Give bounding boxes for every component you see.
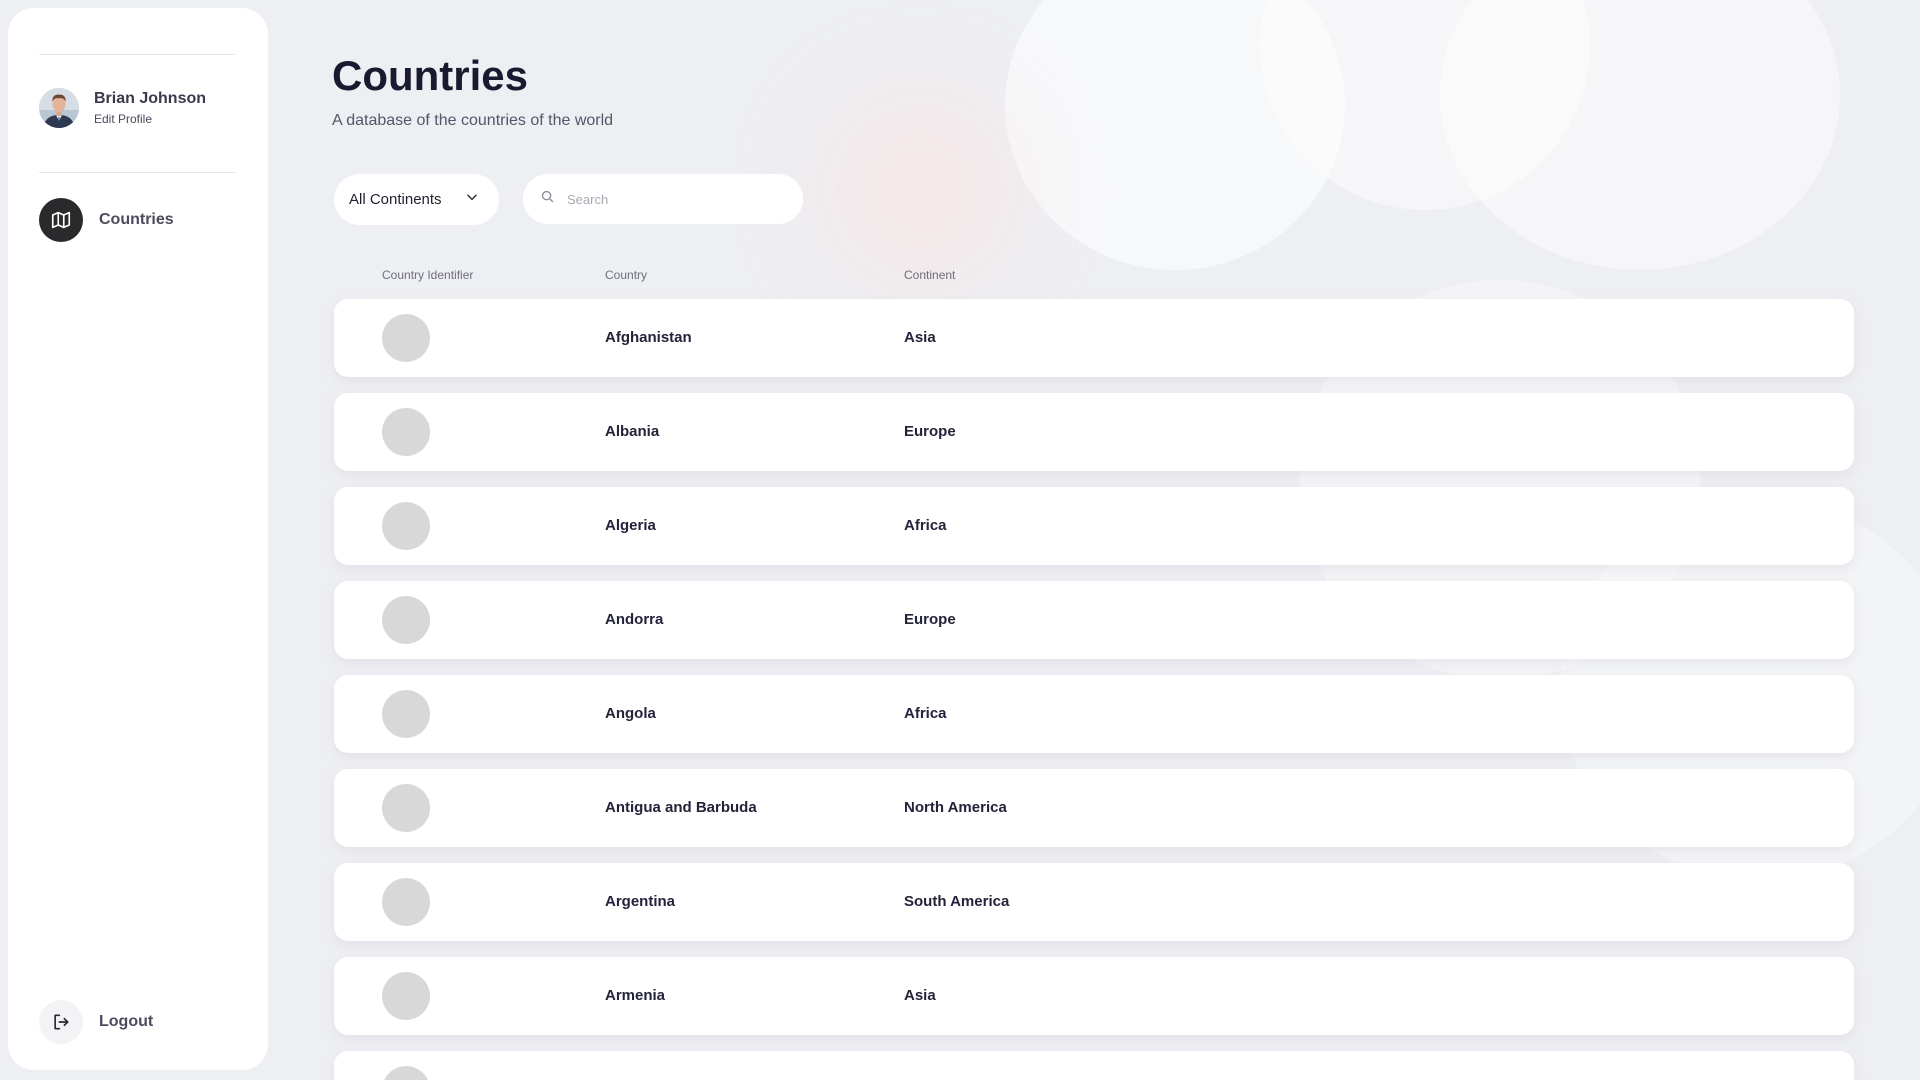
table-row[interactable]: Antigua and Barbuda North America (334, 769, 1854, 847)
chevron-down-icon (465, 190, 479, 209)
country-name: Afghanistan (605, 329, 692, 346)
column-header-identifier: Country Identifier (382, 268, 474, 282)
sidebar: Brian Johnson Edit Profile Countries Log… (8, 8, 268, 1070)
continent-filter-value: All Continents (349, 191, 442, 208)
country-flag-placeholder (382, 878, 430, 926)
avatar[interactable] (39, 88, 79, 128)
app-window: Brian Johnson Edit Profile Countries Log… (0, 0, 1920, 1080)
country-name: Argentina (605, 893, 676, 910)
continent-name: Asia (904, 987, 936, 1004)
search-input[interactable] (565, 190, 789, 208)
continent-name: Africa (904, 517, 947, 534)
search-box (523, 174, 803, 224)
country-flag-placeholder (382, 1066, 430, 1080)
table-row[interactable]: Argentina South America (334, 863, 1854, 941)
country-flag-placeholder (382, 972, 430, 1020)
country-name: Angola (605, 705, 656, 722)
table-row[interactable]: Albania Europe (334, 393, 1854, 471)
country-flag-placeholder (382, 502, 430, 550)
table-row[interactable]: Angola Africa (334, 675, 1854, 753)
continent-name: Africa (904, 705, 947, 722)
profile-name: Brian Johnson (94, 90, 207, 107)
sidebar-divider (39, 172, 235, 173)
column-header-country: Country (605, 268, 648, 282)
background-shape (1440, 0, 1840, 270)
country-flag-placeholder (382, 690, 430, 738)
country-flag-placeholder (382, 596, 430, 644)
search-icon (540, 189, 555, 209)
continent-name: Europe (904, 611, 956, 628)
background-shape (1260, 0, 1590, 210)
country-name: Armenia (605, 987, 666, 1004)
country-name: Antigua and Barbuda (605, 799, 757, 816)
country-flag-placeholder (382, 784, 430, 832)
continent-name: Europe (904, 423, 956, 440)
continent-name: South America (904, 893, 1010, 910)
logout-button[interactable]: Logout (39, 999, 235, 1045)
country-flag-placeholder (382, 314, 430, 362)
logout-icon (39, 1000, 83, 1044)
background-shape (1005, 0, 1345, 270)
table-row[interactable]: Afghanistan Asia (334, 299, 1854, 377)
profile-text: Brian Johnson Edit Profile (94, 89, 206, 127)
continent-name: North America (904, 799, 1007, 816)
table-row[interactable]: Armenia Asia (334, 957, 1854, 1035)
user-profile[interactable]: Brian Johnson Edit Profile (39, 86, 235, 130)
logout-label: Logout (99, 1013, 154, 1030)
sidebar-item-label: Countries (99, 211, 174, 228)
edit-profile-link[interactable]: Edit Profile (94, 111, 206, 127)
table-row[interactable]: Andorra Europe (334, 581, 1854, 659)
country-name: Algeria (605, 517, 656, 534)
sidebar-divider (39, 54, 235, 55)
table-row[interactable]: Algeria Africa (334, 487, 1854, 565)
column-header-continent: Continent (904, 268, 956, 282)
continent-filter-dropdown[interactable]: All Continents (334, 174, 499, 225)
map-icon (39, 198, 83, 242)
page-title: Countries (332, 52, 529, 99)
table-row[interactable] (334, 1051, 1854, 1080)
continent-name: Asia (904, 329, 936, 346)
country-name: Andorra (605, 611, 664, 628)
country-name: Albania (605, 423, 660, 440)
country-flag-placeholder (382, 408, 430, 456)
sidebar-item-countries[interactable]: Countries (39, 197, 235, 243)
page-subtitle: A database of the countries of the world (332, 112, 614, 129)
background-glow (820, 90, 1020, 290)
